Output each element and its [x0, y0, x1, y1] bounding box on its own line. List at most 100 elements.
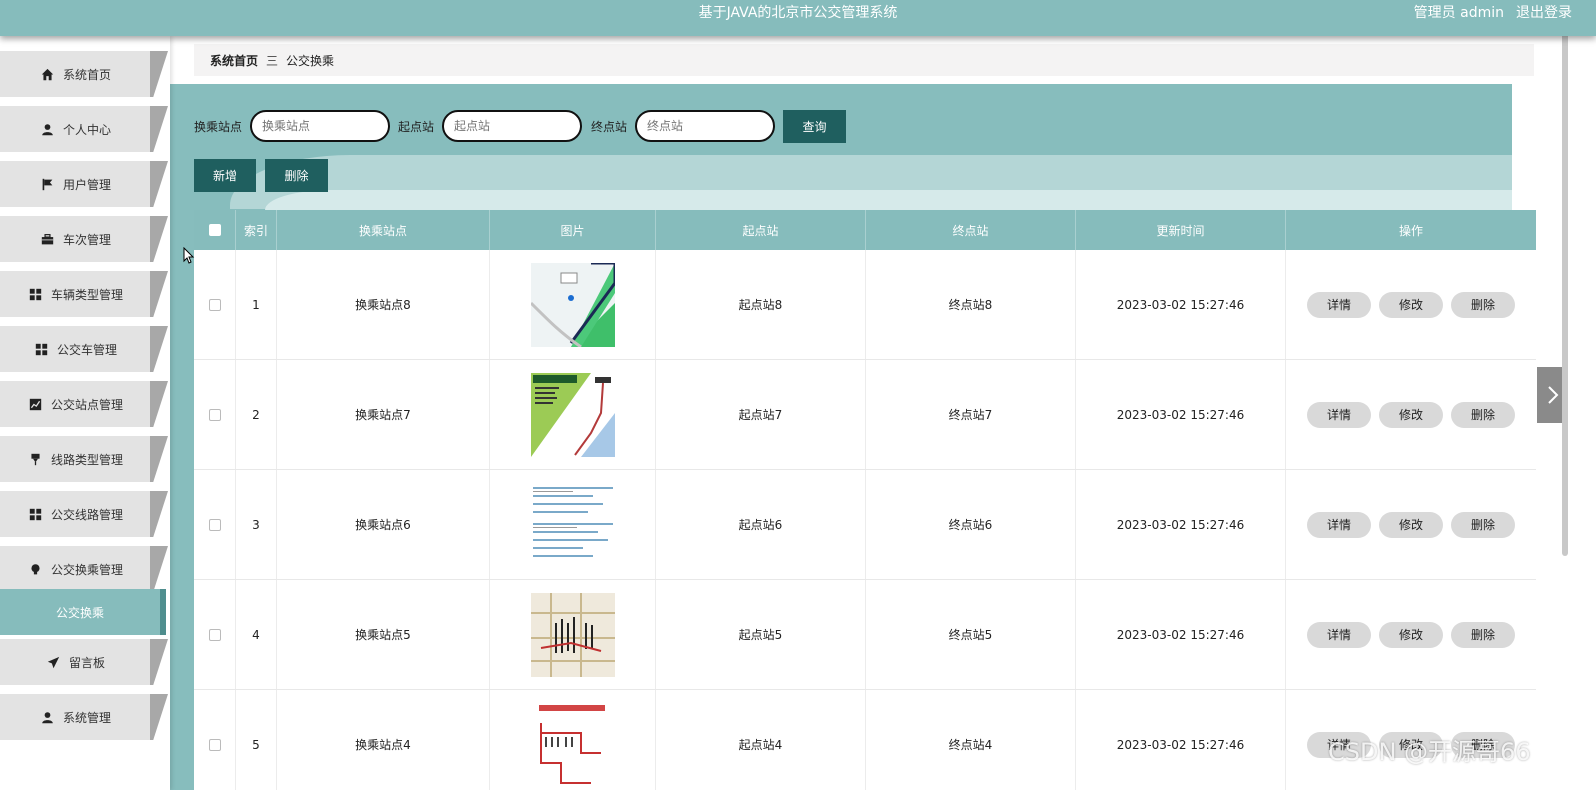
- delete-button[interactable]: 删除: [1451, 401, 1515, 428]
- search-start-group: 起点站: [398, 110, 583, 142]
- logout-link[interactable]: 退出登录: [1516, 2, 1572, 22]
- row-index: 5: [236, 690, 277, 790]
- sidebar-item-edge: [150, 326, 168, 372]
- sidebar-item-face: 车辆类型管理: [0, 271, 152, 317]
- col-time: 更新时间: [1076, 210, 1286, 250]
- table-row[interactable]: 1 换乘站点8 起点站8 终点站8 2023-03-02 15:27:46 详情 修改 删除: [194, 250, 1536, 360]
- sidebar-item-5[interactable]: 车辆类型管理: [0, 271, 168, 319]
- batch-delete-button[interactable]: 删除: [265, 159, 328, 192]
- detail-button[interactable]: 详情: [1307, 291, 1371, 318]
- delete-button[interactable]: 删除: [1451, 511, 1515, 538]
- start-label: 起点站: [398, 119, 435, 134]
- sidebar-item-face: 公交换乘管理: [0, 546, 152, 592]
- row-select-cell: [194, 470, 236, 579]
- row-transfer: 换乘站点7: [277, 360, 490, 469]
- timetable-thumbnail[interactable]: [530, 482, 615, 567]
- row-select-cell: [194, 360, 236, 469]
- transfer-label: 换乘站点: [194, 119, 243, 134]
- row-transfer: 换乘站点8: [277, 250, 490, 359]
- sidebar-item-11[interactable]: 公交换乘: [0, 589, 168, 635]
- sidebar-item-8[interactable]: 线路类型管理: [0, 436, 168, 484]
- table-row[interactable]: 2 换乘站点7 起点站7 终点站7 2023-03-02 15:27:46 详情 修改 删除: [194, 360, 1536, 470]
- row-actions: 详情 修改 删除: [1286, 470, 1536, 579]
- delete-button[interactable]: 删除: [1451, 291, 1515, 318]
- row-checkbox[interactable]: [208, 518, 221, 531]
- route-map-thumbnail[interactable]: [530, 372, 615, 457]
- end-input[interactable]: [635, 110, 776, 142]
- search-transfer-group: 换乘站点: [194, 110, 391, 142]
- row-index: 4: [236, 580, 277, 689]
- breadcrumb-home[interactable]: 系统首页: [210, 52, 258, 69]
- sidebar-item-face: 系统管理: [0, 694, 152, 740]
- select-all-checkbox[interactable]: [208, 224, 221, 236]
- map-thumbnail[interactable]: [530, 262, 615, 347]
- page-scrollbar[interactable]: [1562, 0, 1568, 556]
- start-input[interactable]: [442, 110, 583, 142]
- edit-button[interactable]: 修改: [1379, 291, 1443, 318]
- row-transfer: 换乘站点4: [277, 690, 490, 790]
- table-row[interactable]: 4 换乘站点5 起点站5 终点站5 2023-03-02 15:27:46 详情 修改 删除: [194, 580, 1536, 690]
- row-index: 3: [236, 470, 277, 579]
- sidebar-item-10[interactable]: 公交换乘管理: [0, 546, 168, 594]
- col-actions: 操作: [1398, 223, 1423, 238]
- edit-button[interactable]: 修改: [1379, 511, 1443, 538]
- row-select-cell: [194, 250, 236, 359]
- row-actions: 详情 修改 删除: [1286, 360, 1536, 469]
- data-table: 索引 换乘站点 图片 起点站 终点站 更新时间 操作 1 换乘站点8 起点站8 终点站…: [194, 210, 1536, 790]
- sidebar-item-edge: [150, 106, 168, 152]
- sidebar-item-face: 用户管理: [0, 161, 152, 207]
- user-icon: [41, 122, 55, 136]
- sidebar-item-12[interactable]: 留言板: [0, 639, 168, 687]
- sidebar-item-7[interactable]: 公交站点管理: [0, 381, 168, 429]
- edit-button[interactable]: 修改: [1379, 621, 1443, 648]
- top-header: 基于JAVA的北京市公交管理系统 管理员 admin 退出登录: [0, 0, 1596, 36]
- add-button[interactable]: 新增: [194, 159, 256, 192]
- briefcase-icon: [41, 232, 55, 246]
- city-map-thumbnail[interactable]: [530, 592, 615, 677]
- sidebar-item-face: 公交站点管理: [0, 381, 152, 427]
- sidebar-item-edge: [150, 546, 168, 592]
- table-row[interactable]: 3 换乘站点6 起点站6 终点站6 2023-03-02 15:27:46 详情 修改 删除: [194, 470, 1536, 580]
- sidebar-item-label: 车次管理: [62, 232, 111, 247]
- sidebar-item-label: 公交线路管理: [50, 507, 123, 522]
- edit-button[interactable]: 修改: [1379, 401, 1443, 428]
- row-start: 起点站8: [656, 250, 866, 359]
- sidebar-item-face: 留言板: [0, 639, 152, 685]
- mouse-cursor-icon: [183, 246, 195, 268]
- sidebar-item-3[interactable]: 用户管理: [0, 161, 168, 209]
- line-diagram-thumbnail[interactable]: [530, 702, 615, 787]
- sidebar-item-label: 公交车管理: [56, 342, 117, 357]
- current-user: 管理员 admin: [1413, 5, 1504, 21]
- row-checkbox[interactable]: [208, 738, 221, 751]
- detail-button[interactable]: 详情: [1307, 621, 1371, 648]
- row-end: 终点站7: [866, 360, 1076, 469]
- sidebar-item-6[interactable]: 公交车管理: [0, 326, 168, 374]
- end-label: 终点站: [591, 119, 628, 134]
- sidebar-item-1[interactable]: 系统首页: [0, 51, 168, 99]
- breadcrumb: 系统首页 三 公交换乘: [194, 44, 1534, 76]
- row-time: 2023-03-02 15:27:46: [1076, 690, 1286, 790]
- home-icon: [41, 67, 55, 81]
- transfer-input[interactable]: [250, 110, 391, 142]
- sidebar-item-9[interactable]: 公交线路管理: [0, 491, 168, 539]
- row-end: 终点站4: [866, 690, 1076, 790]
- detail-button[interactable]: 详情: [1307, 401, 1371, 428]
- row-time: 2023-03-02 15:27:46: [1076, 470, 1286, 579]
- row-start: 起点站7: [656, 360, 866, 469]
- delete-button[interactable]: 删除: [1451, 621, 1515, 648]
- row-transfer: 换乘站点5: [277, 580, 490, 689]
- watermark: CSDN @开源哥66: [1328, 738, 1531, 766]
- flag-icon: [41, 177, 55, 191]
- sidebar-item-edge: [150, 436, 168, 482]
- row-actions: 详情 修改 删除: [1286, 580, 1536, 689]
- row-checkbox[interactable]: [208, 628, 221, 641]
- row-checkbox[interactable]: [208, 408, 221, 421]
- sidebar-item-4[interactable]: 车次管理: [0, 216, 168, 264]
- sidebar-item-13[interactable]: 系统管理: [0, 694, 168, 742]
- detail-button[interactable]: 详情: [1307, 511, 1371, 538]
- row-checkbox[interactable]: [208, 298, 221, 311]
- sidebar-item-2[interactable]: 个人中心: [0, 106, 168, 154]
- sidebar-item-label: 个人中心: [62, 122, 111, 137]
- query-button[interactable]: 查询: [783, 110, 846, 143]
- sidebar-item-face: 公交车管理: [0, 326, 152, 372]
